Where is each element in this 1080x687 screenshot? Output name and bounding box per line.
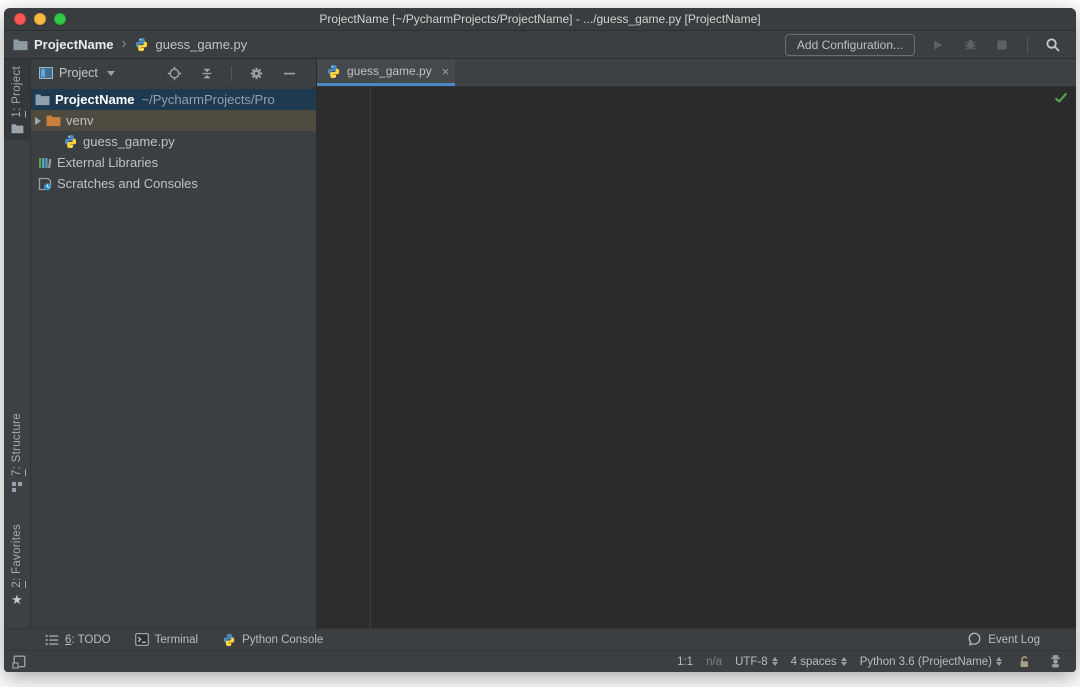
python-icon	[222, 633, 236, 647]
editor-tab-bar: guess_game.py ×	[317, 59, 1076, 87]
tree-row-scratches[interactable]: Scratches and Consoles	[31, 173, 316, 194]
tree-item-name: guess_game.py	[83, 134, 175, 149]
toolwindow-button-project[interactable]: 1: Project	[4, 59, 30, 140]
toolbar-divider	[1027, 36, 1028, 53]
event-log-label: Event Log	[988, 633, 1040, 646]
editor-tab-guess-game[interactable]: guess_game.py ×	[317, 59, 455, 86]
toolbar-divider	[231, 65, 232, 81]
todo-list-icon	[45, 634, 59, 646]
minimize-window-button[interactable]	[34, 13, 46, 25]
breadcrumb-separator-icon: ›	[121, 35, 127, 52]
project-pane-icon	[39, 67, 53, 79]
status-bar: 1:1 n/a UTF-8 4 spaces Python 3.6 (Proje…	[4, 650, 1076, 672]
python-file-icon	[63, 134, 78, 149]
toolwindow-button-favorites[interactable]: 2: Favorites ★	[4, 517, 30, 612]
python-file-icon	[134, 37, 149, 52]
toolwindow-button-terminal[interactable]: Terminal	[134, 633, 199, 646]
bottom-toolwindow-bar: 6: TODO Terminal Python Console Event Lo…	[4, 628, 1076, 650]
folder-icon	[13, 38, 28, 51]
tree-row-external-libraries[interactable]: External Libraries	[31, 152, 316, 173]
toolwindow-label-terminal: Terminal	[154, 633, 199, 646]
tree-row-venv[interactable]: venv	[31, 110, 316, 131]
terminal-icon	[134, 633, 149, 646]
screenshot-canvas: ProjectName [~/PycharmProjects/ProjectNa…	[0, 0, 1080, 687]
encoding-widget[interactable]: UTF-8	[735, 656, 778, 668]
project-view-label: Project	[59, 66, 98, 80]
toolwindow-label-favorites: 2: Favorites	[11, 524, 23, 588]
caret-position-widget[interactable]: 1:1	[677, 656, 693, 668]
chevron-down-icon	[106, 70, 115, 76]
popup-arrows-icon	[840, 656, 847, 667]
libraries-icon	[38, 156, 52, 170]
unlock-icon[interactable]	[1015, 653, 1033, 671]
scratches-icon	[38, 177, 52, 191]
tree-item-name: venv	[66, 113, 94, 128]
collapse-all-icon[interactable]	[198, 64, 216, 82]
toolwindow-label-structure: 7: Structure	[11, 413, 23, 477]
run-icon[interactable]	[929, 36, 947, 54]
folder-icon-orange	[46, 114, 61, 127]
project-view-selector[interactable]: Project	[39, 66, 115, 80]
stop-icon[interactable]	[993, 36, 1011, 54]
tree-item-name: ProjectName	[55, 92, 135, 107]
project-panel-header: Project	[31, 59, 316, 88]
editor-tab-label: guess_game.py	[347, 64, 432, 78]
expand-arrow-icon[interactable]	[35, 116, 41, 125]
add-configuration-button[interactable]: Add Configuration...	[784, 33, 915, 56]
star-icon: ★	[11, 592, 23, 607]
editor-gutter	[317, 87, 371, 628]
window-title: ProjectName [~/PycharmProjects/ProjectNa…	[319, 12, 761, 26]
close-window-button[interactable]	[14, 13, 26, 25]
folder-icon	[11, 123, 24, 134]
toolwindow-button-structure[interactable]: 7: Structure	[4, 406, 30, 499]
toolwindow-label-project: 1: Project	[11, 66, 23, 118]
tree-row-guess-game[interactable]: guess_game.py	[31, 131, 316, 152]
project-panel: Project ProjectName ~/PycharmProjects/Pr…	[31, 59, 317, 628]
event-log-balloon-icon	[967, 632, 982, 647]
project-tree: ProjectName ~/PycharmProjects/Pro venv g…	[31, 88, 316, 628]
pycharm-window: ProjectName [~/PycharmProjects/ProjectNa…	[4, 8, 1076, 672]
run-toolbar: Add Configuration...	[784, 33, 1062, 56]
breadcrumb-file[interactable]: guess_game.py	[155, 37, 247, 52]
popup-arrows-icon	[996, 656, 1002, 667]
editor-area[interactable]	[317, 87, 1076, 628]
event-log-button[interactable]: Event Log	[967, 632, 1062, 647]
hector-inspector-icon[interactable]	[1046, 653, 1064, 671]
indent-widget[interactable]: 4 spaces	[791, 656, 847, 668]
navigation-bar: ProjectName › guess_game.py Add Configur…	[4, 31, 1076, 59]
tree-item-name: Scratches and Consoles	[57, 176, 198, 191]
debug-icon[interactable]	[961, 36, 979, 54]
main-content: 1: Project 7: Structure 2: Favorites ★ P…	[4, 59, 1076, 628]
tree-item-path: ~/PycharmProjects/Pro	[141, 92, 275, 107]
inspections-ok-icon[interactable]	[1054, 91, 1068, 104]
title-bar: ProjectName [~/PycharmProjects/ProjectNa…	[4, 8, 1076, 31]
line-separator-widget[interactable]: n/a	[706, 656, 722, 668]
locate-icon[interactable]	[165, 64, 183, 82]
tree-row-project-root[interactable]: ProjectName ~/PycharmProjects/Pro	[31, 89, 316, 110]
breadcrumb: ProjectName › guess_game.py	[13, 35, 247, 54]
traffic-lights	[14, 13, 66, 25]
tree-item-name: External Libraries	[57, 155, 159, 170]
interpreter-widget[interactable]: Python 3.6 (ProjectName)	[860, 656, 1002, 668]
toolwindow-button-python-console[interactable]: Python Console	[222, 633, 323, 647]
left-toolwindow-stripe: 1: Project 7: Structure 2: Favorites ★	[4, 59, 31, 628]
toolwindow-label-todo: 6: TODO	[65, 633, 111, 646]
toolwindow-switcher-icon[interactable]	[10, 653, 28, 671]
settings-gear-icon[interactable]	[247, 64, 265, 82]
toolwindow-label-python-console: Python Console	[242, 633, 324, 646]
hide-panel-icon[interactable]	[280, 64, 298, 82]
popup-arrows-icon	[771, 656, 778, 667]
editor-column: guess_game.py ×	[317, 59, 1076, 628]
tab-close-icon[interactable]: ×	[442, 64, 450, 79]
toolwindow-button-todo[interactable]: 6: TODO	[45, 634, 111, 646]
structure-icon	[11, 481, 23, 493]
zoom-window-button[interactable]	[54, 13, 66, 25]
breadcrumb-project[interactable]: ProjectName	[34, 37, 113, 52]
folder-icon	[35, 93, 50, 106]
search-everywhere-icon[interactable]	[1044, 36, 1062, 54]
python-file-icon	[326, 64, 341, 79]
